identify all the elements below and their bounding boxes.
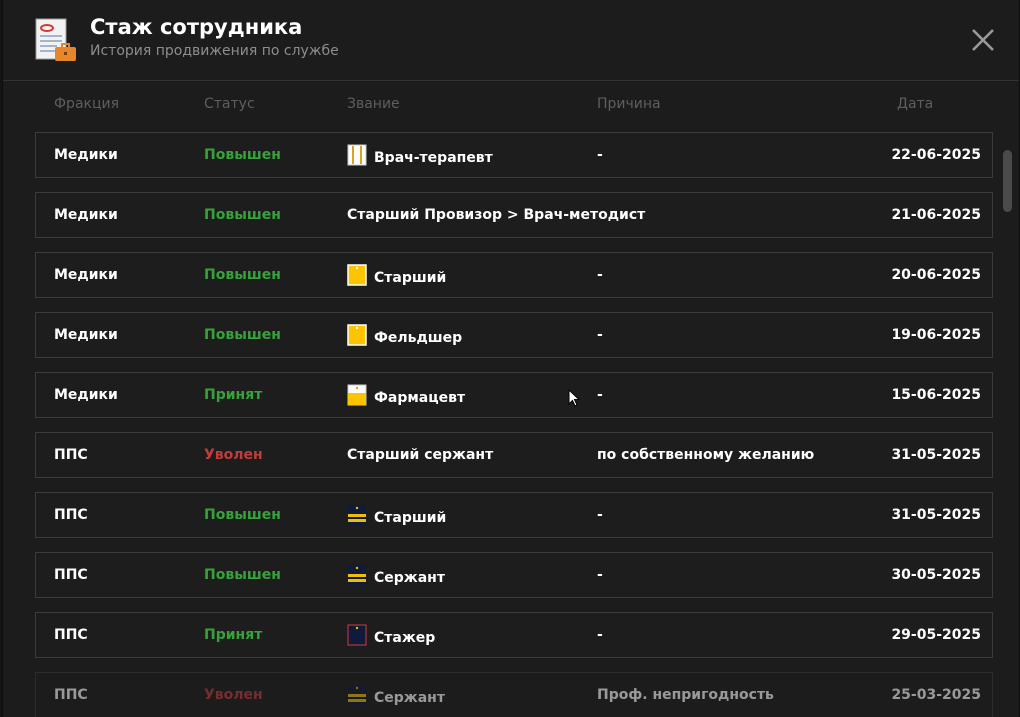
row-status: Принят: [204, 387, 263, 403]
row-rank-label: Старший сержант: [347, 447, 494, 463]
row-rank-label: Фармацевт: [374, 390, 466, 406]
row-rank-label: Старший: [374, 270, 447, 286]
window-header: Стаж сотрудника История продвижения по с…: [3, 0, 1019, 81]
row-date: 25-03-2025: [891, 687, 981, 703]
history-list: Медики Повышен Врач-терапевт -22-06-2025 Мед…: [35, 132, 993, 717]
row-faction: Медики: [54, 327, 118, 343]
row-date: 21-06-2025: [891, 207, 981, 223]
row-rank: Старший: [347, 264, 447, 289]
medic-rank-yellow-icon: [347, 324, 367, 346]
row-rank: Фельдшер: [347, 324, 463, 349]
row-date: 31-05-2025: [891, 507, 981, 523]
row-status: Уволен: [204, 687, 263, 703]
row-date: 20-06-2025: [891, 267, 981, 283]
row-reason: -: [597, 387, 603, 403]
police-rank-stripes-icon: [348, 505, 366, 525]
row-rank: Старший: [347, 505, 447, 529]
row-rank-label: Старший: [374, 510, 447, 526]
history-row[interactable]: ППС Уволен Старший сержант по собственному …: [35, 432, 993, 478]
history-row[interactable]: ППС Повышен Старший - 31-05-2025: [35, 492, 993, 538]
row-rank: Стажер: [347, 624, 436, 649]
history-row[interactable]: Медики Повышен Фельдшер - 19-06-2025: [35, 312, 993, 358]
scrollbar-thumb[interactable]: [1003, 150, 1012, 212]
row-rank-label: Старший Провизор > Врач-методист: [347, 207, 646, 223]
row-rank-label: Сержант: [374, 690, 445, 706]
row-date: 22-06-2025: [891, 147, 981, 163]
row-status: Уволен: [204, 447, 263, 463]
row-faction: Медики: [54, 207, 118, 223]
table-header: Фракция Статус Звание Причина Дата: [3, 96, 1019, 116]
row-rank-label: Стажер: [374, 630, 436, 646]
window-title: Стаж сотрудника: [90, 15, 303, 39]
employee-tenure-window: Стаж сотрудника История продвижения по с…: [2, 0, 1020, 717]
row-status: Принят: [204, 627, 263, 643]
row-date: 31-05-2025: [891, 447, 981, 463]
row-faction: Медики: [54, 147, 118, 163]
row-faction: ППС: [54, 687, 88, 703]
history-row[interactable]: ППС Повышен Сержант - 30-05-2025: [35, 552, 993, 598]
mouse-cursor-icon: [568, 389, 581, 407]
row-faction: ППС: [54, 627, 88, 643]
row-date: 19-06-2025: [891, 327, 981, 343]
row-status: Повышен: [204, 147, 281, 163]
row-faction: ППС: [54, 507, 88, 523]
medic-rank-yellow-white-icon: [347, 384, 367, 406]
row-status: Повышен: [204, 207, 281, 223]
row-rank-label: Сержант: [374, 570, 445, 586]
police-rank-stripes-icon: [348, 565, 366, 585]
row-reason: -: [597, 327, 603, 343]
row-rank: Старший сержант: [347, 447, 493, 463]
row-reason: -: [597, 267, 603, 283]
column-header-date: Дата: [897, 96, 934, 112]
police-rank-stripes-icon: [348, 685, 366, 705]
row-faction: Медики: [54, 267, 118, 283]
row-faction: ППС: [54, 567, 88, 583]
history-row[interactable]: Медики Повышен Старший Провизор > Врач-мет…: [35, 192, 993, 238]
medic-rank-white-icon: [347, 144, 367, 166]
row-rank-label: Врач-терапевт: [374, 150, 493, 166]
row-reason: -: [597, 147, 603, 163]
close-icon[interactable]: [969, 26, 997, 54]
row-status: Повышен: [204, 267, 281, 283]
row-rank: Фармацевт: [347, 384, 466, 409]
row-date: 30-05-2025: [891, 567, 981, 583]
row-rank: Сержант: [347, 565, 445, 589]
row-status: Повышен: [204, 327, 281, 343]
row-reason: -: [597, 627, 603, 643]
column-header-rank: Звание: [347, 96, 400, 112]
history-row[interactable]: Медики Повышен Врач-терапевт - 22-06-2025: [35, 132, 993, 178]
row-reason: по собственному желанию: [597, 447, 815, 463]
row-rank: Старший Провизор > Врач-методист: [347, 207, 645, 223]
row-rank-label: Фельдшер: [374, 330, 463, 346]
history-row[interactable]: ППС Уволен Сержант Проф. непригодность 25-03…: [35, 672, 993, 717]
history-row[interactable]: ППС Принят Стажер - 29-05-2025: [35, 612, 993, 658]
row-faction: Медики: [54, 387, 118, 403]
row-reason: Проф. непригодность: [597, 687, 774, 703]
row-reason: -: [597, 507, 603, 523]
police-rank-plain-icon: [347, 624, 367, 646]
row-faction: ППС: [54, 447, 88, 463]
document-briefcase-icon: [35, 18, 76, 61]
window-subtitle: История продвижения по службе: [90, 43, 339, 59]
history-row[interactable]: Медики Повышен Старший - 20-06-2025: [35, 252, 993, 298]
row-status: Повышен: [204, 567, 281, 583]
column-header-reason: Причина: [597, 96, 661, 112]
column-header-status: Статус: [204, 96, 255, 112]
row-reason: -: [597, 567, 603, 583]
row-date: 15-06-2025: [891, 387, 981, 403]
medic-rank-yellow-icon: [347, 264, 367, 286]
row-rank: Врач-терапевт: [347, 144, 493, 169]
history-row[interactable]: Медики Принят Фармацевт - 15-06-2025: [35, 372, 993, 418]
column-header-faction: Фракция: [54, 96, 120, 112]
row-date: 29-05-2025: [891, 627, 981, 643]
row-rank: Сержант: [347, 685, 445, 709]
row-status: Повышен: [204, 507, 281, 523]
